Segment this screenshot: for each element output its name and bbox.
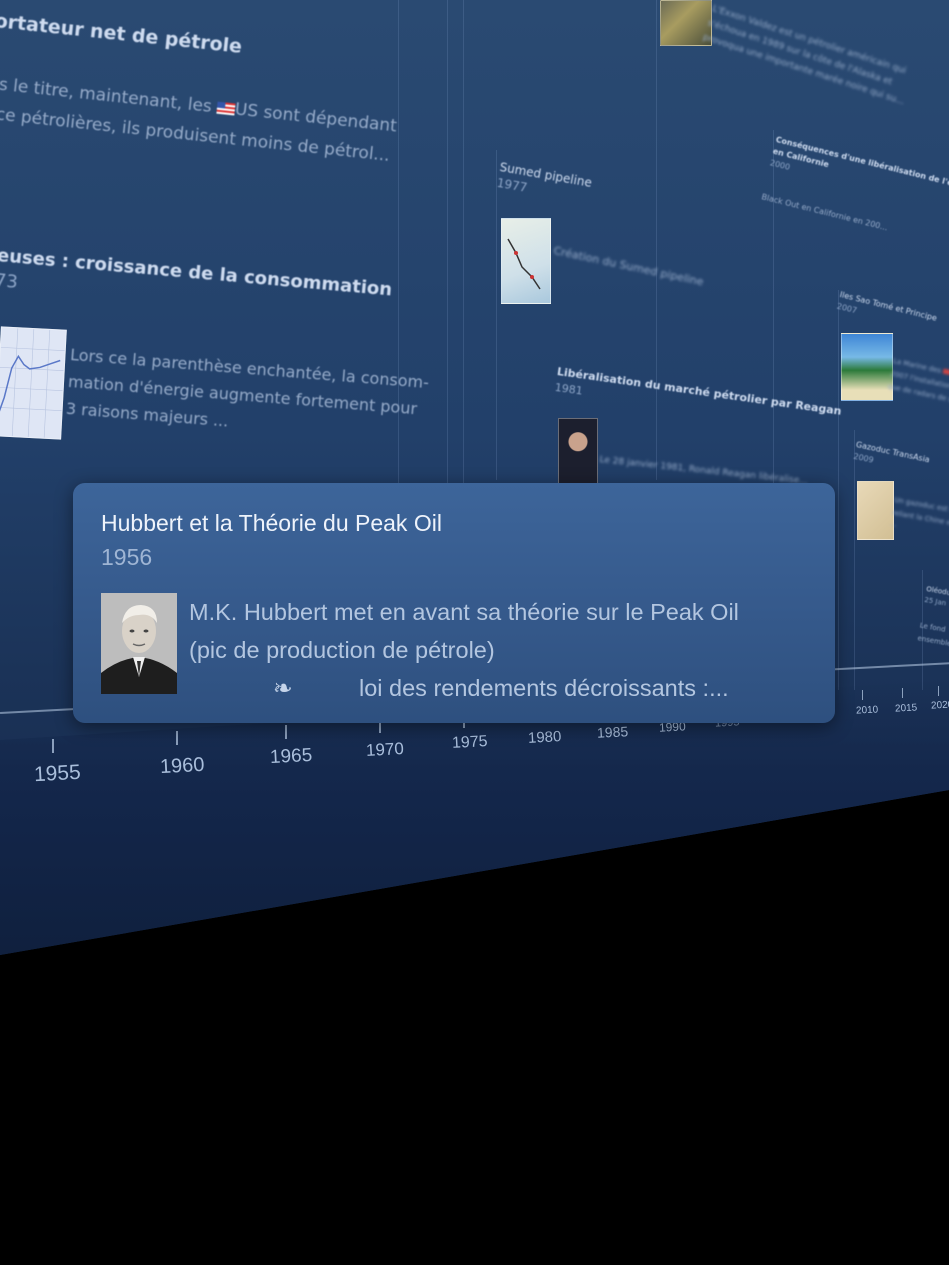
tick-label-2015[interactable]: 2015 — [895, 702, 918, 714]
beach-photo — [841, 333, 893, 401]
tick-mark — [285, 725, 287, 739]
tick-label-2010[interactable]: 2010 — [856, 704, 879, 716]
tick-label-1975[interactable]: 1975 — [452, 733, 488, 753]
consumption-chart-thumbnail — [0, 326, 67, 440]
tick-mark — [176, 731, 178, 745]
popup-text: loi des rendements décroissants :... — [359, 675, 729, 701]
reagan-photo — [558, 418, 598, 485]
tick-mark — [902, 688, 903, 698]
popup-year: 1956 — [101, 544, 153, 570]
pipeline-map-thumbnail — [501, 218, 551, 304]
event-text: Le fond — [919, 621, 947, 634]
us-flag-icon — [942, 368, 949, 376]
event-popup-hubbert[interactable]: Hubbert et la Théorie du Peak Oil 1956 M… — [73, 483, 835, 723]
map-icon — [507, 238, 541, 290]
us-label: US — [233, 99, 260, 122]
event-text-part: sont dépendant — [262, 102, 398, 137]
tick-label-1965[interactable]: 1965 — [269, 745, 312, 769]
popup-text-line3: ❧ loi des rendements décroissants :... — [189, 669, 819, 707]
popup-description: M.K. Hubbert met en avant sa théorie sur… — [189, 593, 819, 707]
tick-label-1970[interactable]: 1970 — [366, 739, 405, 761]
us-flag-icon — [216, 101, 236, 116]
transasia-map-thumbnail — [857, 481, 894, 540]
tick-label-1960[interactable]: 1960 — [159, 754, 205, 779]
fleuron-icon: ❧ — [273, 675, 293, 701]
tick-label-1980[interactable]: 1980 — [528, 728, 562, 747]
tick-label-2020[interactable]: 2020 — [931, 699, 949, 711]
popup-title: Hubbert et la Théorie du Peak Oil — [101, 510, 442, 536]
tick-mark — [52, 739, 54, 753]
tick-label-1985[interactable]: 1985 — [597, 723, 629, 741]
tick-mark — [938, 686, 939, 696]
line-chart-icon — [0, 328, 65, 438]
tick-mark — [862, 690, 863, 700]
portrait-image — [101, 593, 177, 694]
event-year: 25 Jan — [923, 595, 947, 608]
hubbert-portrait-photo — [101, 593, 177, 694]
tick-label-1955[interactable]: 1955 — [33, 761, 81, 787]
popup-text: M.K. Hubbert met en avant sa théorie sur… — [189, 599, 739, 625]
popup-text: (pic de production de pétrole) — [189, 637, 495, 663]
